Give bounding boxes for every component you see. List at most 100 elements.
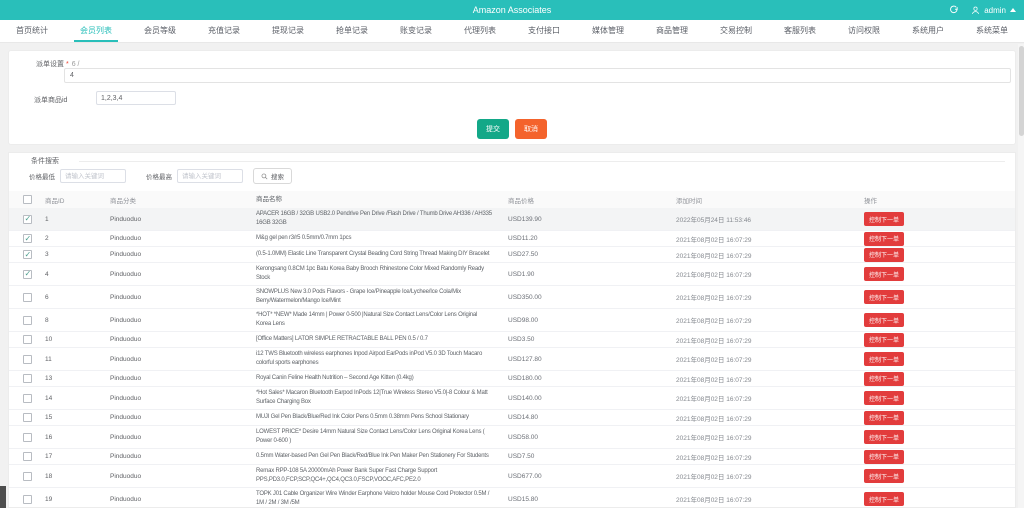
user-menu[interactable]: admin (971, 6, 1016, 15)
control-next-order-button[interactable]: 控制下一单 (864, 247, 905, 262)
control-next-order-button[interactable]: 控制下一单 (864, 290, 905, 304)
col-action: 操作 (864, 197, 877, 205)
cell-product-id: 2 (45, 235, 49, 242)
cell-added-time: 2021年08月02日 16:07:29 (676, 318, 752, 325)
cell-product-name: SNOWPLUS New 3.0 Pods Flavors - Grape Ic… (256, 289, 461, 304)
cell-category: Pinduoduo (110, 355, 142, 363)
refresh-icon[interactable] (949, 5, 959, 15)
table-row: 2 Pinduoduo M&g gel pen r3/r5 0.5mm/0.7m… (9, 231, 1015, 247)
min-price-input[interactable] (60, 169, 126, 183)
row-checkbox[interactable] (23, 413, 32, 422)
row-checkbox[interactable] (23, 269, 32, 279)
col-product-id: 商品ID (45, 197, 65, 205)
left-scrollbar-thumb[interactable] (0, 486, 6, 508)
row-checkbox[interactable] (23, 335, 32, 344)
cell-category: Pinduoduo (110, 215, 142, 223)
cell-category: Pinduoduo (110, 394, 142, 402)
dispatch-hint: 6 / (71, 61, 80, 68)
cell-product-id: 4 (45, 270, 49, 278)
nav-tab-3[interactable]: 充值记录 (192, 20, 256, 42)
cell-price: USD11.20 (508, 235, 538, 242)
nav-tab-4[interactable]: 提现记录 (256, 20, 320, 42)
cell-product-name: [Office Matters] LATOR SIMPLE RETRACTABL… (256, 336, 428, 342)
nav-tab-7[interactable]: 代理列表 (448, 20, 512, 42)
row-checkbox[interactable] (23, 452, 32, 461)
nav-tab-14[interactable]: 系统用户 (896, 20, 960, 42)
row-checkbox[interactable] (23, 432, 32, 442)
nav-tab-9[interactable]: 媒体管理 (576, 20, 640, 42)
submit-button[interactable]: 提交 (477, 119, 509, 139)
cell-product-id: 8 (45, 316, 49, 324)
row-checkbox[interactable] (23, 374, 32, 383)
dispatch-settings-input[interactable] (64, 68, 1011, 83)
cell-price: USD139.90 (508, 215, 542, 223)
cell-added-time: 2021年08月02日 16:07:29 (676, 497, 752, 504)
user-icon (972, 6, 980, 14)
control-next-order-button[interactable]: 控制下一单 (864, 267, 905, 281)
chevron-up-icon (1010, 8, 1016, 12)
row-checkbox[interactable] (23, 471, 32, 481)
table-row: 6 Pinduoduo SNOWPLUS New 3.0 Pods Flavor… (9, 286, 1015, 309)
cell-added-time: 2021年08月02日 16:07:29 (676, 435, 752, 442)
row-checkbox[interactable] (23, 250, 32, 259)
right-scrollbar-thumb[interactable] (1018, 46, 1024, 136)
cell-product-name: TOPK J01 Cable Organizer Wire Winder Ear… (256, 491, 490, 506)
control-next-order-button[interactable]: 控制下一单 (864, 231, 905, 246)
table-header-row: 商品ID 商品分类 商品名称 商品价格 添加时间 操作 (9, 191, 1015, 208)
cell-added-time: 2021年08月02日 16:07:29 (676, 415, 752, 423)
row-checkbox[interactable] (23, 292, 32, 302)
nav-tab-11[interactable]: 交易控制 (704, 20, 768, 42)
cell-price: USD58.00 (508, 433, 538, 441)
cell-added-time: 2021年08月02日 16:07:29 (676, 295, 752, 302)
max-price-label: 价格最高 (146, 174, 172, 181)
control-next-order-button[interactable]: 控制下一单 (864, 352, 905, 366)
cell-product-id: 15 (45, 414, 53, 421)
cell-added-time: 2021年08月02日 16:07:29 (676, 337, 752, 345)
nav-tab-8[interactable]: 支付接口 (512, 20, 576, 42)
control-next-order-button[interactable]: 控制下一单 (864, 391, 905, 405)
control-next-order-button[interactable]: 控制下一单 (864, 469, 905, 483)
row-checkbox[interactable] (23, 393, 32, 403)
nav-tab-12[interactable]: 客服列表 (768, 20, 832, 42)
cell-product-name: *HOT* *NEW* Made 14mm | Power 0-500 |Nat… (256, 312, 478, 327)
control-next-order-button[interactable]: 控制下一单 (864, 430, 905, 444)
cell-product-name: Royal Canin Feline Health Nutrition – Se… (256, 375, 414, 381)
nav-tab-2[interactable]: 会员等级 (128, 20, 192, 42)
nav-tab-0[interactable]: 首页统计 (0, 20, 64, 42)
cell-price: USD15.80 (508, 495, 538, 503)
control-next-order-button[interactable]: 控制下一单 (864, 449, 905, 464)
cancel-button[interactable]: 取消 (515, 119, 547, 139)
cell-price: USD27.50 (508, 251, 538, 258)
dispatch-product-ids-input[interactable] (96, 91, 176, 105)
cell-price: USD677.00 (508, 472, 542, 480)
control-next-order-button[interactable]: 控制下一单 (864, 410, 905, 425)
row-checkbox[interactable] (23, 234, 32, 243)
control-next-order-button[interactable]: 控制下一单 (864, 212, 905, 226)
cell-category: Pinduoduo (110, 414, 142, 421)
right-scrollbar[interactable] (1018, 44, 1024, 508)
search-button[interactable]: 搜索 (253, 168, 292, 184)
max-price-input[interactable] (177, 169, 243, 183)
table-body: 1 Pinduoduo APACER 16GB / 32GB USB2.0 Pe… (9, 208, 1015, 507)
nav-tab-5[interactable]: 抢单记录 (320, 20, 384, 42)
row-checkbox[interactable] (23, 315, 32, 325)
username: admin (984, 5, 1006, 15)
nav-tab-6[interactable]: 账变记录 (384, 20, 448, 42)
required-asterisk: * (66, 61, 69, 68)
col-category: 商品分类 (110, 197, 136, 205)
row-checkbox[interactable] (23, 354, 32, 364)
control-next-order-button[interactable]: 控制下一单 (864, 332, 905, 347)
select-all-checkbox[interactable] (23, 195, 32, 204)
cell-price: USD98.00 (508, 316, 538, 324)
control-next-order-button[interactable]: 控制下一单 (864, 313, 905, 327)
row-checkbox[interactable] (23, 494, 32, 504)
cell-product-id: 6 (45, 293, 49, 301)
table-row: 16 Pinduoduo LOWEST PRICE* Desire 14mm N… (9, 426, 1015, 449)
nav-tab-1[interactable]: 会员列表 (64, 20, 128, 42)
control-next-order-button[interactable]: 控制下一单 (864, 492, 905, 506)
nav-tab-15[interactable]: 系统菜单 (960, 20, 1024, 42)
nav-tab-10[interactable]: 商品管理 (640, 20, 704, 42)
control-next-order-button[interactable]: 控制下一单 (864, 371, 905, 386)
nav-tab-13[interactable]: 访问权限 (832, 20, 896, 42)
row-checkbox[interactable] (23, 214, 32, 224)
